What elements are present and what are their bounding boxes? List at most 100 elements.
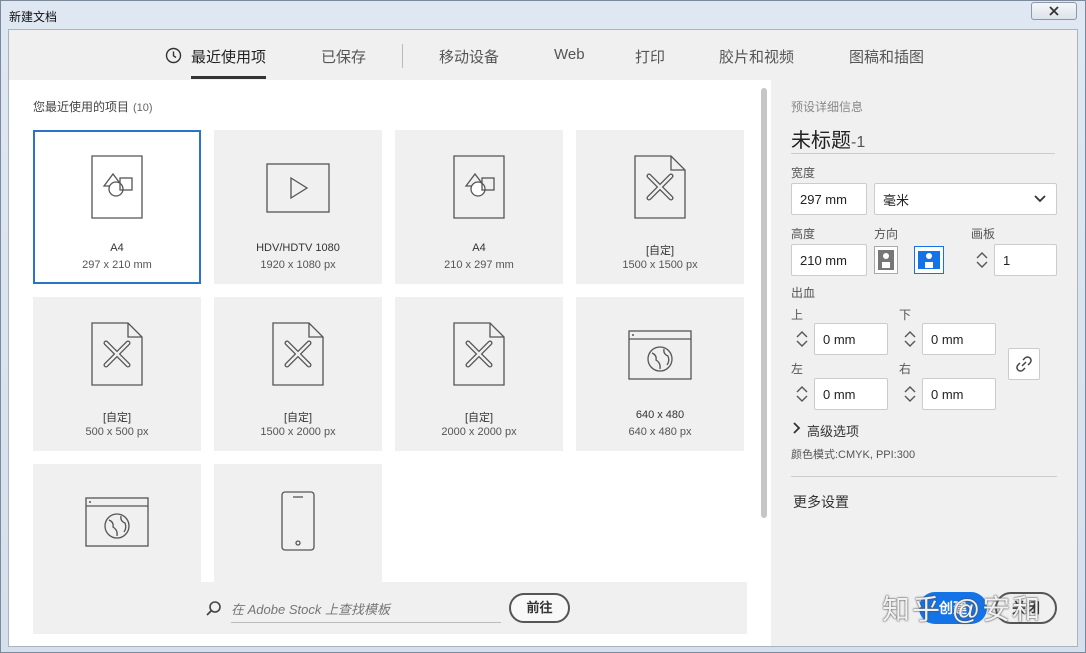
preset-card[interactable]: 640 x 480 640 x 480 px	[576, 297, 744, 451]
mobile-phone-icon	[281, 491, 315, 551]
custom-document-icon	[453, 322, 505, 386]
artboards-stepper[interactable]	[971, 244, 993, 276]
stock-search-bar: 前往	[33, 582, 747, 634]
chevron-down-icon	[1034, 195, 1046, 203]
width-label: 宽度	[791, 166, 816, 180]
stock-search-input[interactable]	[231, 597, 501, 623]
bleed-top-stepper[interactable]	[791, 323, 813, 355]
portrait-orientation-button[interactable]	[874, 246, 898, 274]
bleed-right-field[interactable]: 0 mm	[922, 378, 996, 410]
preset-card[interactable]: A4 210 x 297 mm	[395, 130, 563, 284]
bleed-left-field[interactable]: 0 mm	[814, 378, 888, 410]
tab-saved[interactable]: 已保存	[321, 46, 366, 76]
go-button[interactable]: 前往	[509, 593, 570, 623]
chevron-right-icon	[793, 422, 801, 434]
custom-document-icon	[272, 322, 324, 386]
chevron-up-icon	[904, 331, 916, 338]
preset-size: 640 x 480 px	[628, 426, 692, 438]
bleed-bottom-stepper[interactable]	[899, 323, 921, 355]
recent-items-panel: 您最近使用的项目 (10) A4 297 x 210 mm HDV/HDTV 10…	[9, 80, 771, 646]
preset-card[interactable]	[33, 464, 201, 582]
preset-name: [自定]	[102, 412, 132, 424]
document-name-field[interactable]: 未标题-1	[791, 124, 1055, 154]
custom-document-icon	[91, 322, 143, 386]
preset-size: 500 x 500 px	[85, 426, 149, 438]
artboards-field[interactable]: 1	[994, 244, 1057, 276]
preset-size: 297 x 210 mm	[82, 259, 152, 271]
chevron-down-icon	[796, 395, 808, 402]
tab-recent[interactable]: 最近使用项	[165, 46, 267, 79]
preset-card[interactable]: HDV/HDTV 1080 1920 x 1080 px	[214, 130, 382, 284]
height-field[interactable]: 210 mm	[791, 244, 867, 276]
link-bleed-button[interactable]	[1008, 348, 1040, 380]
tab-web[interactable]: Web	[554, 46, 585, 76]
preset-card[interactable]: [自定] 2000 x 2000 px	[395, 297, 563, 451]
chevron-up-icon	[796, 386, 808, 393]
color-mode-text: 颜色模式:CMYK, PPI:300	[791, 449, 916, 461]
bleed-label: 出血	[791, 286, 816, 300]
unit-value: 毫米	[883, 192, 910, 208]
preset-card[interactable]: [自定] 500 x 500 px	[33, 297, 201, 451]
divider	[791, 476, 1057, 477]
print-document-icon	[453, 155, 505, 219]
tab-mobile[interactable]: 移动设备	[439, 46, 499, 76]
print-document-icon	[91, 155, 143, 219]
close-icon	[1049, 6, 1059, 16]
unit-select[interactable]: 毫米	[874, 183, 1057, 215]
preset-card[interactable]	[214, 464, 382, 582]
preset-name: [自定]	[283, 412, 313, 424]
preset-details-panel: 预设详细信息 未标题-1 宽度 297 mm 毫米 高度 210 mm 方向 画…	[771, 80, 1077, 646]
clock-icon	[165, 47, 182, 64]
recent-heading-text: 您最近使用的项目	[33, 100, 130, 114]
person-icon	[918, 251, 940, 269]
preset-card[interactable]: [自定] 1500 x 2000 px	[214, 297, 382, 451]
bleed-left-label: 左	[791, 362, 804, 376]
custom-document-icon	[634, 155, 686, 219]
preset-name: 640 x 480	[635, 409, 685, 421]
tab-divider	[402, 44, 403, 68]
tab-art-illustration[interactable]: 图稿和插图	[849, 46, 924, 76]
bleed-bottom-field[interactable]: 0 mm	[922, 323, 996, 355]
preset-name: [自定]	[464, 412, 494, 424]
landscape-orientation-button[interactable]	[914, 246, 944, 274]
web-globe-icon	[628, 330, 692, 380]
scrollbar[interactable]	[761, 88, 767, 518]
tab-print[interactable]: 打印	[635, 46, 665, 76]
document-name-suffix: -1	[851, 134, 866, 151]
bleed-top-field[interactable]: 0 mm	[814, 323, 888, 355]
chevron-up-icon	[904, 386, 916, 393]
recent-heading: 您最近使用的项目 (10)	[33, 98, 153, 115]
chevron-up-icon	[796, 331, 808, 338]
advanced-options-label: 高级选项	[807, 424, 860, 439]
bleed-right-stepper[interactable]	[899, 378, 921, 410]
tab-film-video[interactable]: 胶片和视频	[719, 46, 794, 76]
person-icon	[878, 250, 894, 270]
preset-name: HDV/HDTV 1080	[256, 242, 340, 254]
bleed-left-stepper[interactable]	[791, 378, 813, 410]
preset-name: A4	[110, 242, 124, 254]
section-title: 预设详细信息	[791, 100, 864, 114]
watermark-text: 知乎 @安和	[882, 594, 1043, 625]
more-settings-button[interactable]: 更多设置	[793, 492, 849, 512]
preset-size: 210 x 297 mm	[444, 259, 514, 271]
preset-name: [自定]	[645, 245, 675, 257]
preset-size: 1920 x 1080 px	[260, 259, 336, 271]
bleed-bottom-label: 下	[899, 308, 912, 322]
search-icon	[206, 601, 221, 616]
category-tabs: 最近使用项 已保存 移动设备 Web 打印 胶片和视频 图稿和插图	[9, 30, 1077, 80]
preset-card[interactable]: [自定] 1500 x 1500 px	[576, 130, 744, 284]
tab-recent-label: 最近使用项	[191, 49, 267, 66]
window-close-button[interactable]	[1031, 2, 1077, 20]
dialog-window: 新建文档 最近使用项 已保存 移动设备 Web 打印 胶片和视频 图稿和插图 您…	[0, 0, 1086, 653]
chevron-down-icon	[904, 395, 916, 402]
link-icon	[1016, 356, 1032, 372]
preset-card[interactable]: A4 297 x 210 mm	[33, 130, 201, 284]
orientation-label: 方向	[874, 227, 899, 241]
web-globe-icon	[85, 497, 149, 547]
recent-count: (10)	[133, 102, 153, 114]
dialog-content: 最近使用项 已保存 移动设备 Web 打印 胶片和视频 图稿和插图 您最近使用的…	[8, 29, 1078, 647]
preset-size: 1500 x 2000 px	[260, 426, 336, 438]
height-label: 高度	[791, 227, 816, 241]
document-name: 未标题	[791, 130, 851, 152]
width-field[interactable]: 297 mm	[791, 183, 867, 215]
